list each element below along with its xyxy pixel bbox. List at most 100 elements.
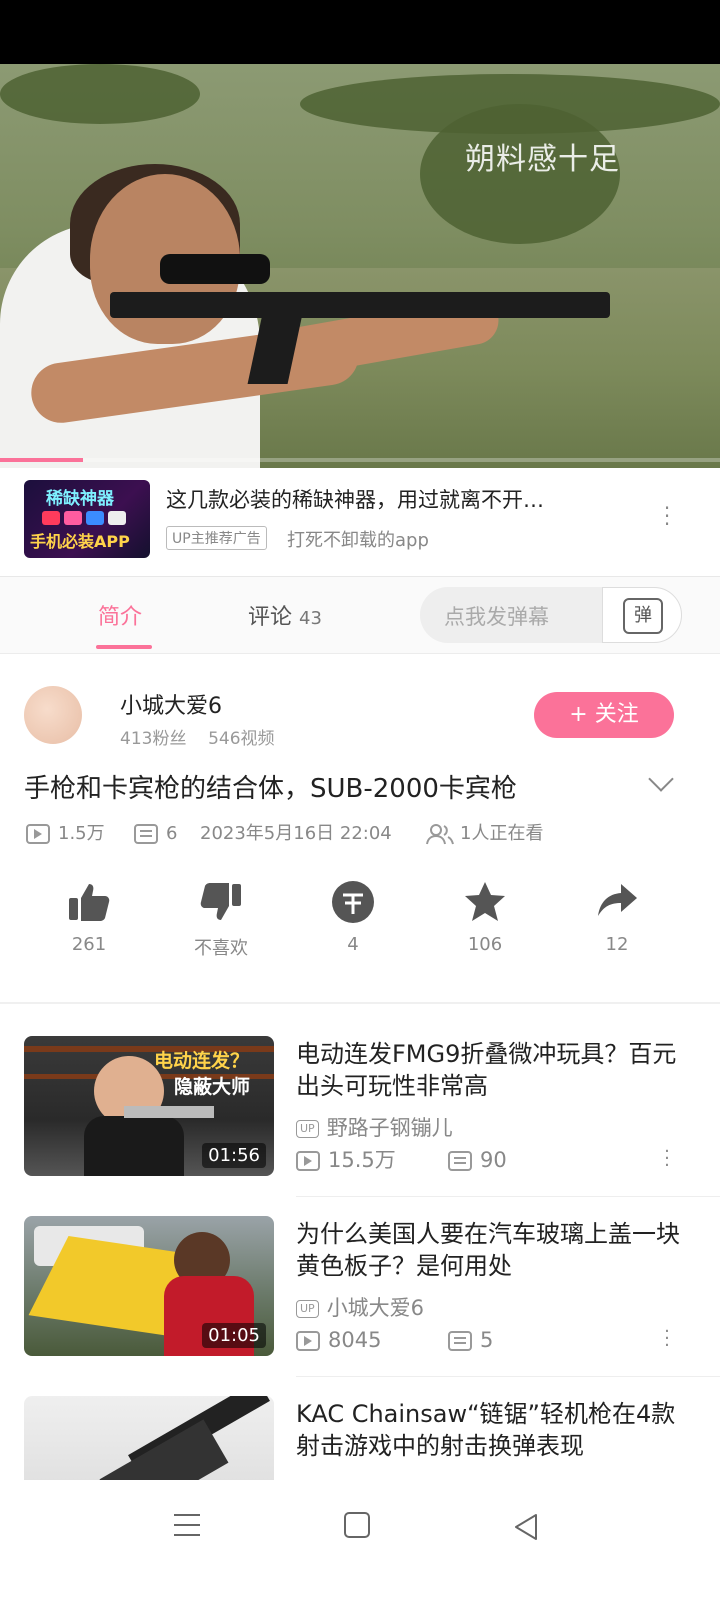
video-watermark: 朔料感十足 <box>465 142 620 177</box>
view-count: 1.5万 <box>26 822 105 846</box>
chevron-down-icon[interactable] <box>648 766 674 792</box>
fans-count: 413粉丝 <box>120 729 187 749</box>
play-count-icon <box>26 824 50 844</box>
rec-title[interactable]: 电动连发FMG9折叠微冲玩具？百元出头可玩性非常高 <box>296 1038 692 1102</box>
home-icon[interactable] <box>344 1512 370 1538</box>
dislike-label: 不喜欢 <box>194 938 248 959</box>
list-item[interactable]: 01:05 为什么美国人要在汽车玻璃上盖一块黄色板子？是何用处 UP 小城大爱6 … <box>0 1216 720 1396</box>
danmaku-count-icon <box>448 1331 472 1351</box>
rec-danmaku: 5 <box>448 1328 493 1352</box>
rec-uploader[interactable]: UP 野路子钢镚儿 <box>296 1112 453 1142</box>
progress-fill <box>0 458 83 462</box>
comments-count: 43 <box>299 608 322 629</box>
list-item[interactable]: 电动连发？ 隐蔽大师 01:56 电动连发FMG9折叠微冲玩具？百元出头可玩性非… <box>0 1036 720 1216</box>
up-badge-icon: UP <box>296 1120 319 1138</box>
ad-banner[interactable]: 稀缺神器 手机必装APP 这几款必装的稀缺神器，用过就离不开… UP主推荐广告 … <box>0 468 720 577</box>
thumb-person-body <box>84 1116 184 1176</box>
more-options-icon[interactable]: · · · <box>662 1143 672 1175</box>
rec-uploader-name: 野路子钢镚儿 <box>326 1116 453 1140</box>
play-count-icon <box>296 1331 320 1351</box>
item-divider <box>296 1196 720 1197</box>
rec-uploader[interactable]: UP 小城大爱6 <box>296 1292 424 1322</box>
thumb-machinegun-shape <box>99 1419 229 1480</box>
ad-thumbnail: 稀缺神器 手机必装APP <box>24 480 150 558</box>
avatar[interactable] <box>24 686 82 744</box>
system-navigation-bar <box>0 1480 720 1600</box>
share-button[interactable]: 12 <box>572 880 662 955</box>
dislike-button[interactable]: 不喜欢 <box>176 880 266 960</box>
rec-danmaku-text: 5 <box>480 1328 494 1352</box>
back-icon[interactable] <box>512 1512 542 1542</box>
watching-now: 1人正在看 <box>426 822 543 846</box>
rec-views-text: 15.5万 <box>328 1148 396 1172</box>
more-options-icon[interactable]: · · · <box>662 498 672 534</box>
tab-comments[interactable]: 评论 43 <box>248 599 322 631</box>
video-count: 546视频 <box>208 729 275 749</box>
watching-text: 1人正在看 <box>460 823 544 844</box>
rec-views: 15.5万 <box>296 1148 396 1172</box>
danmaku-count-icon <box>448 1151 472 1171</box>
uploader-stats: 413粉丝 546视频 <box>120 724 275 749</box>
share-count: 12 <box>605 934 629 955</box>
tab-intro-label: 简介 <box>98 605 143 630</box>
play-count-icon <box>296 1151 320 1171</box>
danmaku-toggle-button[interactable]: 弹 <box>602 587 682 643</box>
person-sunglasses <box>160 254 270 284</box>
rec-views: 8045 <box>296 1328 381 1352</box>
danmaku-tv-icon: 弹 <box>623 598 663 634</box>
like-button[interactable]: 261 <box>44 880 134 955</box>
thumb-caption2: 隐蔽大师 <box>174 1076 251 1098</box>
danmaku-count-text: 6 <box>166 823 178 844</box>
tab-bar: 简介 评论 43 点我发弹幕 弹 <box>0 577 720 654</box>
thumb-caption: 电动连发？ <box>154 1050 250 1072</box>
tab-comments-label: 评论 <box>248 605 293 630</box>
thumbs-up-icon <box>69 884 110 921</box>
status-bar <box>0 0 720 64</box>
uploader-name[interactable]: 小城大爱6 <box>120 688 222 720</box>
tab-intro[interactable]: 简介 <box>96 599 152 649</box>
ad-thumb-app-icons <box>42 510 130 529</box>
coin-icon <box>332 881 374 923</box>
danmaku-count: 6 <box>134 822 177 846</box>
follow-button[interactable]: + 关注 <box>534 692 674 738</box>
thumbs-down-icon <box>200 883 241 920</box>
rec-views-text: 8045 <box>328 1328 382 1352</box>
rifle-shape <box>110 292 610 318</box>
up-badge-icon: UP <box>296 1300 319 1318</box>
view-count-text: 1.5万 <box>58 823 105 844</box>
video-duration: 01:05 <box>202 1323 266 1348</box>
bush-shape <box>0 64 200 124</box>
video-progress-bar[interactable] <box>0 458 720 462</box>
item-divider <box>296 1376 720 1377</box>
video-duration: 01:56 <box>202 1143 266 1168</box>
danmaku-input[interactable]: 点我发弹幕 弹 <box>420 587 682 643</box>
ad-thumb-line1: 稀缺神器 <box>46 489 114 509</box>
ad-title[interactable]: 这几款必装的稀缺神器，用过就离不开… <box>166 484 636 514</box>
video-thumbnail <box>24 1396 274 1480</box>
ad-subtitle: 打死不卸载的app <box>287 530 429 551</box>
list-item[interactable]: KAC Chainsaw“链锯”轻机枪在4款射击游戏中的射击换弹表现 <box>0 1396 720 1480</box>
danmaku-count-icon <box>134 824 158 844</box>
ad-tag: UP主推荐广告 <box>166 526 267 550</box>
star-icon <box>465 882 505 921</box>
favorite-button[interactable]: 106 <box>440 880 530 955</box>
people-icon <box>426 824 454 845</box>
menu-icon[interactable] <box>174 1514 200 1544</box>
rec-uploader-name: 小城大爱6 <box>326 1296 425 1320</box>
more-options-icon[interactable]: · · · <box>662 1323 672 1355</box>
rec-danmaku-text: 90 <box>480 1148 507 1172</box>
thumb-toy-gun <box>124 1106 214 1118</box>
rec-title[interactable]: 为什么美国人要在汽车玻璃上盖一块黄色板子？是何用处 <box>296 1218 692 1282</box>
video-thumbnail: 01:05 <box>24 1216 274 1356</box>
coin-count: 4 <box>347 934 359 955</box>
share-icon <box>598 884 637 916</box>
tab-underline <box>96 645 152 649</box>
publish-date: 2023年5月16日 22:04 <box>200 823 392 844</box>
video-thumbnail: 电动连发？ 隐蔽大师 01:56 <box>24 1036 274 1176</box>
coin-button[interactable]: 4 <box>308 880 398 955</box>
favorite-count: 106 <box>467 934 503 955</box>
rec-title[interactable]: KAC Chainsaw“链锯”轻机枪在4款射击游戏中的射击换弹表现 <box>296 1398 692 1462</box>
danmaku-placeholder: 点我发弹幕 <box>444 605 549 629</box>
rec-danmaku: 90 <box>448 1148 507 1172</box>
video-player[interactable]: 朔料感十足 <box>0 64 720 468</box>
